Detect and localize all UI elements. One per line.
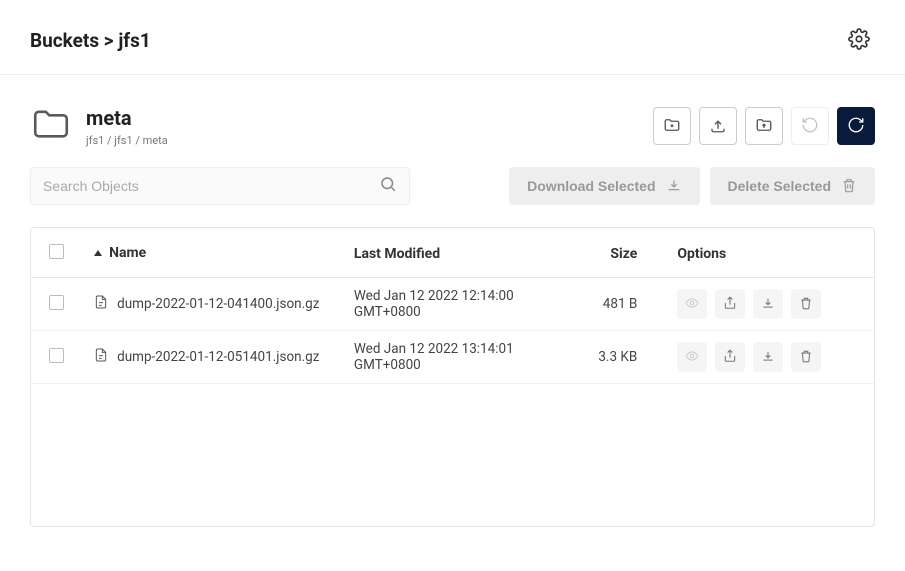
folder-plus-icon: [663, 116, 681, 137]
name-cell[interactable]: dump-2022-01-12-041400.json.gz: [93, 294, 330, 314]
search-row: Download Selected Delete Selected: [0, 167, 905, 227]
upload-folder-button[interactable]: [745, 107, 783, 145]
search-input[interactable]: [43, 178, 379, 194]
header-name[interactable]: Name: [81, 228, 342, 278]
download-button[interactable]: [753, 342, 783, 372]
file-size: 3.3 KB: [582, 331, 665, 384]
name-cell[interactable]: dump-2022-01-12-051401.json.gz: [93, 347, 330, 367]
row-checkbox[interactable]: [49, 348, 64, 363]
bucket-info-left: meta jfs1 / jfs1 / meta: [30, 103, 168, 149]
table-row: dump-2022-01-12-041400.json.gz Wed Jan 1…: [31, 278, 874, 331]
trash-icon: [799, 296, 813, 313]
folder-path: jfs1 / jfs1 / meta: [86, 134, 168, 147]
gear-icon: [848, 28, 870, 53]
trash-icon: [841, 177, 857, 196]
delete-selected-button[interactable]: Delete Selected: [710, 167, 876, 205]
download-selected-label: Download Selected: [527, 178, 655, 194]
share-button[interactable]: [715, 342, 745, 372]
header-size[interactable]: Size: [582, 228, 665, 278]
history-button: [791, 107, 829, 145]
settings-button[interactable]: [843, 24, 875, 56]
history-icon: [801, 116, 819, 137]
share-icon: [723, 296, 737, 313]
search-icon: [379, 175, 397, 197]
download-button[interactable]: [753, 289, 783, 319]
folder-title: meta: [86, 106, 168, 130]
select-all-checkbox[interactable]: [49, 244, 64, 259]
bucket-info-row: meta jfs1 / jfs1 / meta: [0, 75, 905, 167]
eye-icon: [685, 349, 699, 366]
sort-asc-icon: [93, 246, 103, 262]
upload-icon: [709, 116, 727, 137]
refresh-icon: [847, 116, 865, 137]
share-icon: [723, 349, 737, 366]
file-modified: Wed Jan 12 2022 12:14:00 GMT+0800: [342, 278, 582, 331]
row-checkbox[interactable]: [49, 295, 64, 310]
search-box[interactable]: [30, 167, 410, 205]
breadcrumb[interactable]: Buckets > jfs1: [30, 29, 151, 52]
file-size: 481 B: [582, 278, 665, 331]
delete-selected-label: Delete Selected: [728, 178, 832, 194]
preview-button[interactable]: [677, 342, 707, 372]
file-name: dump-2022-01-12-041400.json.gz: [117, 296, 319, 312]
delete-button[interactable]: [791, 289, 821, 319]
eye-icon: [685, 296, 699, 313]
header-options: Options: [665, 228, 874, 278]
trash-icon: [799, 349, 813, 366]
folder-up-icon: [755, 116, 773, 137]
file-icon: [93, 294, 109, 314]
download-icon: [666, 177, 682, 196]
folder-icon: [30, 103, 72, 149]
toolbar-actions: [653, 107, 875, 145]
object-table: Name Last Modified Size Options dump-202…: [31, 228, 874, 384]
download-selected-button[interactable]: Download Selected: [509, 167, 699, 205]
share-button[interactable]: [715, 289, 745, 319]
delete-button[interactable]: [791, 342, 821, 372]
upload-button[interactable]: [699, 107, 737, 145]
page-header: Buckets > jfs1: [0, 0, 905, 75]
bulk-actions: Download Selected Delete Selected: [509, 167, 875, 205]
new-folder-button[interactable]: [653, 107, 691, 145]
preview-button[interactable]: [677, 289, 707, 319]
object-table-wrap: Name Last Modified Size Options dump-202…: [30, 227, 875, 527]
download-icon: [761, 296, 775, 313]
header-modified[interactable]: Last Modified: [342, 228, 582, 278]
download-icon: [761, 349, 775, 366]
refresh-button[interactable]: [837, 107, 875, 145]
file-name: dump-2022-01-12-051401.json.gz: [117, 349, 319, 365]
file-icon: [93, 347, 109, 367]
table-row: dump-2022-01-12-051401.json.gz Wed Jan 1…: [31, 331, 874, 384]
file-modified: Wed Jan 12 2022 13:14:01 GMT+0800: [342, 331, 582, 384]
